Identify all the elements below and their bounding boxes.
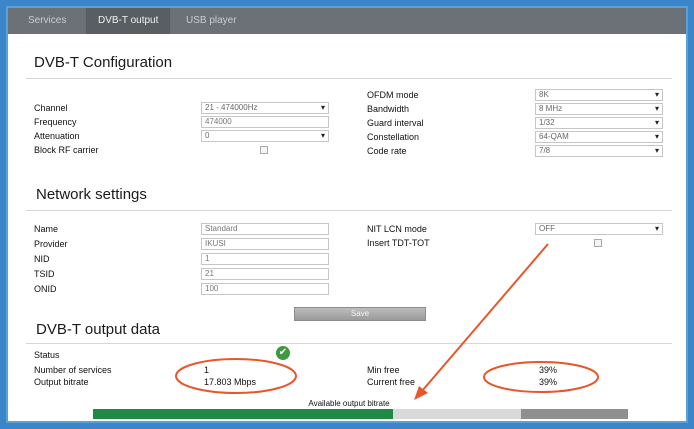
tab-bar: Services DVB-T output USB player <box>8 8 686 34</box>
num-services-value: 1 <box>204 365 210 375</box>
insert-tdt-tot-label: Insert TDT-TOT <box>367 238 430 248</box>
bitrate-bar <box>93 409 628 419</box>
section-title-dvbt-config: DVB-T Configuration <box>34 54 173 71</box>
highlight-ellipse <box>175 358 297 394</box>
provider-label: Provider <box>34 239 68 249</box>
attenuation-label: Attenuation <box>34 131 80 141</box>
chevron-down-icon: ▾ <box>654 146 659 155</box>
bitrate-bar-used <box>93 409 393 419</box>
divider <box>26 343 672 344</box>
onid-label: ONID <box>34 284 57 294</box>
bandwidth-select[interactable]: 8 MHz ▾ <box>535 103 663 115</box>
bitrate-bar-free <box>521 409 628 419</box>
bitrate-bar-label: Available output bitrate <box>308 399 390 408</box>
block-rf-label: Block RF carrier <box>34 145 99 155</box>
bandwidth-label: Bandwidth <box>367 104 410 114</box>
code-rate-value: 7/8 <box>539 146 551 155</box>
output-bitrate-value: 17.803 Mbps <box>204 377 257 387</box>
guard-interval-select[interactable]: 1/32 ▾ <box>535 117 663 129</box>
constellation-value: 64-QAM <box>539 132 569 141</box>
frequency-input[interactable]: 474000 <box>201 116 329 128</box>
channel-select[interactable]: 21 - 474000Hz ▾ <box>201 102 329 114</box>
nit-lcn-mode-label: NIT LCN mode <box>367 224 427 234</box>
save-button[interactable]: Save <box>294 307 426 321</box>
nid-label: NID <box>34 254 50 264</box>
tsid-input[interactable]: 21 <box>201 268 329 280</box>
chevron-down-icon: ▾ <box>654 118 659 127</box>
constellation-label: Constellation <box>367 132 420 142</box>
attenuation-value: 0 <box>205 131 210 140</box>
channel-label: Channel <box>34 103 68 113</box>
tsid-label: TSID <box>34 269 55 279</box>
divider <box>26 78 672 79</box>
chevron-down-icon: ▾ <box>320 131 325 140</box>
chevron-down-icon: ▾ <box>654 132 659 141</box>
nit-lcn-mode-value: OFF <box>539 224 555 233</box>
code-rate-label: Code rate <box>367 146 407 156</box>
status-label: Status <box>34 350 60 360</box>
name-label: Name <box>34 224 59 234</box>
ofdm-mode-select[interactable]: 8K ▾ <box>535 89 663 101</box>
min-free-label: Min free <box>367 365 400 375</box>
bandwidth-value: 8 MHz <box>539 104 563 113</box>
current-free-value: 39% <box>539 377 558 387</box>
num-services-label: Number of services <box>34 365 112 375</box>
tab-services[interactable]: Services <box>16 8 78 34</box>
block-rf-checkbox[interactable] <box>260 146 268 154</box>
main-panel: Services DVB-T output USB player DVB-T C… <box>6 6 688 423</box>
chevron-down-icon: ▾ <box>320 103 325 112</box>
channel-value: 21 - 474000Hz <box>205 103 258 112</box>
tab-dvbt-output[interactable]: DVB-T output <box>86 8 171 34</box>
current-free-label: Current free <box>367 377 416 387</box>
chevron-down-icon: ▾ <box>654 224 659 233</box>
ofdm-mode-label: OFDM mode <box>367 90 419 100</box>
chevron-down-icon: ▾ <box>654 104 659 113</box>
insert-tdt-tot-checkbox[interactable] <box>594 239 602 247</box>
check-icon: ✔ <box>276 346 290 360</box>
frequency-label: Frequency <box>34 117 77 127</box>
ofdm-mode-value: 8K <box>539 90 549 99</box>
nit-lcn-mode-select[interactable]: OFF ▾ <box>535 223 663 235</box>
arrow-head-icon <box>414 386 428 400</box>
constellation-select[interactable]: 64-QAM ▾ <box>535 131 663 143</box>
chevron-down-icon: ▾ <box>654 90 659 99</box>
guard-interval-label: Guard interval <box>367 118 424 128</box>
output-bitrate-label: Output bitrate <box>34 377 89 387</box>
onid-input[interactable]: 100 <box>201 283 329 295</box>
annotation-arrow <box>421 243 549 392</box>
guard-interval-value: 1/32 <box>539 118 555 127</box>
tab-usb-player[interactable]: USB player <box>174 8 249 34</box>
divider <box>26 210 672 211</box>
name-input[interactable]: Standard <box>201 223 329 235</box>
provider-input[interactable]: IKUSI <box>201 238 329 250</box>
attenuation-select[interactable]: 0 ▾ <box>201 130 329 142</box>
min-free-value: 39% <box>539 365 558 375</box>
section-title-network: Network settings <box>36 186 147 203</box>
section-title-output-data: DVB-T output data <box>36 321 160 338</box>
nid-input[interactable]: 1 <box>201 253 329 265</box>
code-rate-select[interactable]: 7/8 ▾ <box>535 145 663 157</box>
